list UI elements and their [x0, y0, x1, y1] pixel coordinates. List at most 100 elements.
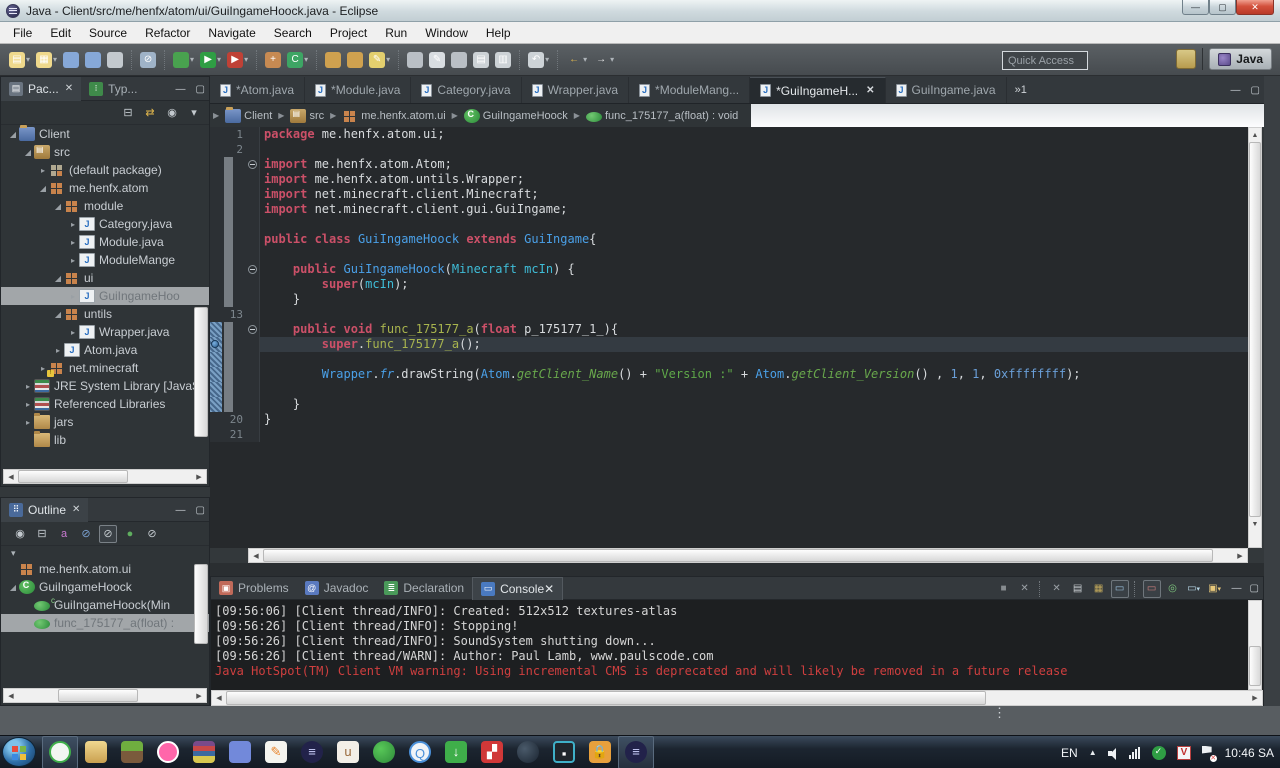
editor-tab-guiingamejava[interactable]: GuiIngame.java	[886, 77, 1007, 103]
dropdown-arrow-icon[interactable]: ▾	[545, 55, 549, 64]
expand-arrow-icon[interactable]: ◢	[52, 202, 64, 211]
taskbar-security-lock-button[interactable]: 🔒	[582, 736, 618, 768]
toolbar-new-java-ee-button[interactable]: +	[263, 48, 283, 72]
close-icon[interactable]: ✕	[65, 83, 73, 94]
expand-arrow-icon[interactable]: ◢	[7, 130, 19, 139]
tab-outline[interactable]: ⠿ Outline✕	[1, 498, 88, 522]
editor-tab-modulejava[interactable]: *Module.java	[305, 77, 411, 103]
package-explorer-hscroll[interactable]: ◀ ▶	[3, 469, 207, 484]
taskbar-minecraft-button[interactable]	[114, 736, 150, 768]
view-toolbar-hide-local-types-button[interactable]: ⊘	[143, 525, 161, 543]
outline-vscroll[interactable]	[194, 564, 208, 682]
maximize-editor-icon[interactable]: ▢	[1251, 85, 1260, 96]
console-scroll-lock-button[interactable]: ▦	[1090, 580, 1108, 598]
tab-package-explorer[interactable]: ▤ Pac...✕	[1, 77, 81, 101]
expand-arrow-icon[interactable]: ◢	[52, 274, 64, 283]
toolbar-new-java-project-button[interactable]: ▦▾	[34, 48, 59, 72]
toolbar-last-edit-location-button[interactable]: ↶▾	[526, 48, 551, 72]
toolbar-coverage-button[interactable]: C▾	[285, 48, 310, 72]
console-vscroll[interactable]	[1248, 600, 1262, 690]
package-explorer-item[interactable]: ▸Module.java	[1, 233, 209, 251]
close-icon[interactable]: ✕	[544, 582, 554, 596]
view-toolbar-focus-button[interactable]: ◉	[163, 104, 181, 122]
close-icon[interactable]: ✕	[72, 504, 80, 515]
package-explorer-item[interactable]: ▸Atom.java	[1, 341, 209, 359]
package-explorer-item[interactable]: ▸Referenced Libraries	[1, 395, 209, 413]
editor-tab-atomjava[interactable]: *Atom.java	[210, 77, 305, 103]
console-display-selected-console-button[interactable]: ▭▾	[1185, 580, 1203, 598]
package-explorer-item[interactable]: ▸net.minecraft	[1, 359, 209, 377]
breadcrumb-func175177afloatvoid[interactable]: func_175177_a(float) : void	[583, 110, 741, 122]
view-toolbar-hide-non-public-button[interactable]: ●	[121, 525, 139, 543]
console-clear-console-button[interactable]: ▤	[1069, 580, 1087, 598]
maximize-view-icon[interactable]: ▢	[196, 84, 205, 95]
expand-arrow-icon[interactable]: ▸	[52, 346, 64, 355]
menu-file[interactable]: File	[4, 23, 41, 43]
expand-arrow-icon[interactable]: ◢	[52, 310, 64, 319]
breadcrumb-client[interactable]: Client	[222, 109, 275, 123]
package-explorer-item[interactable]: ▸(default package)	[1, 161, 209, 179]
console-remove-launch-button[interactable]: ✕	[1016, 580, 1034, 598]
dropdown-arrow-icon[interactable]: ▾	[386, 55, 390, 64]
expand-arrow-icon[interactable]: ▸	[67, 328, 79, 337]
toolbar-skip-all-breakpoints-button[interactable]: ⊘	[138, 48, 158, 72]
dropdown-arrow-icon[interactable]: ▾	[610, 55, 614, 64]
taskbar-notepad-button[interactable]: ✎	[258, 736, 294, 768]
outline-item[interactable]: func_175177_a(float) :	[1, 614, 209, 632]
outline-view-menu[interactable]: ▾	[1, 546, 209, 560]
taskbar-winrar-button[interactable]	[186, 736, 222, 768]
dropdown-arrow-icon[interactable]: ▾	[1218, 585, 1222, 593]
view-toolbar-collapse-all-button[interactable]: ⊟	[119, 104, 137, 122]
editor-console-sash[interactable]	[210, 563, 1264, 576]
toolbar-debug-button[interactable]: ▾	[171, 48, 196, 72]
window-close-button[interactable]: ✕	[1236, 0, 1274, 15]
console-tab-javadoc[interactable]: @Javadoc	[297, 577, 377, 600]
taskbar-eclipse-window-button[interactable]: ≡	[618, 736, 654, 768]
outline-tree[interactable]: me.henfx.atom.ui◢GuiIngameHoockGuiIngame…	[1, 560, 209, 678]
sash-drag-handle[interactable]: ⋮	[993, 709, 1006, 716]
console-terminate-button[interactable]: ■	[995, 580, 1013, 598]
toolbar-open-resource-button[interactable]	[345, 48, 365, 72]
titlebar[interactable]: Java - Client/src/me/henfx/atom/ui/GuiIn…	[0, 0, 1280, 22]
taskbar-eclipse-button[interactable]: ≡	[294, 736, 330, 768]
minimize-console-icon[interactable]: —	[1232, 583, 1242, 594]
toolbar-print-button[interactable]	[105, 48, 125, 72]
toolbar-show-view-2-button[interactable]: ▥	[493, 48, 513, 72]
outline-hscroll[interactable]: ◀ ▶	[3, 688, 207, 703]
view-toolbar-link-with-editor-button[interactable]: ⇄	[141, 104, 159, 122]
action-center-flag-icon[interactable]	[1202, 746, 1214, 760]
dropdown-arrow-icon[interactable]: ▾	[26, 55, 30, 64]
package-explorer-item[interactable]: ▸Category.java	[1, 215, 209, 233]
console-pin-console-button[interactable]: ◎	[1164, 580, 1182, 598]
expand-arrow-icon[interactable]: ▸	[67, 256, 79, 265]
console-tab-declaration[interactable]: ≣Declaration	[376, 577, 472, 600]
package-explorer-item[interactable]: ▸ModuleMange	[1, 251, 209, 269]
expand-arrow-icon[interactable]: ▸	[22, 400, 34, 409]
expand-arrow-icon[interactable]: ▸	[67, 238, 79, 247]
outline-item[interactable]: me.henfx.atom.ui	[1, 560, 209, 578]
expand-arrow-icon[interactable]: ◢	[7, 583, 19, 592]
console-output[interactable]: [09:56:06] [Client thread/INFO]: Created…	[211, 600, 1263, 679]
view-toolbar-hide-fields-button[interactable]: ⊘	[77, 525, 95, 543]
window-maximize-button[interactable]: ▢	[1209, 0, 1236, 15]
editor-tab-modulemang[interactable]: *ModuleMang...	[629, 77, 750, 103]
console-tab-console[interactable]: ▭Console✕	[472, 577, 563, 600]
editor-tab-categoryjava[interactable]: Category.java	[411, 77, 521, 103]
taskbar-dark-orb-button[interactable]	[510, 736, 546, 768]
menu-window[interactable]: Window	[416, 23, 477, 43]
view-toolbar-collapse-all-button[interactable]: ⊟	[33, 525, 51, 543]
expand-arrow-icon[interactable]: ▸	[37, 166, 49, 175]
toolbar-save-button[interactable]	[61, 48, 81, 72]
toolbar-forward-button[interactable]: →▾	[591, 48, 616, 72]
volume-icon[interactable]	[1108, 748, 1118, 758]
window-minimize-button[interactable]: —	[1182, 0, 1209, 15]
package-explorer-item[interactable]: ▸GuiIngameHoo	[1, 287, 209, 305]
toolbar-run-external-tools-button[interactable]: ▶▾	[225, 48, 250, 72]
menu-project[interactable]: Project	[321, 23, 376, 43]
taskbar-red-app-button[interactable]: ▞	[474, 736, 510, 768]
package-explorer-item[interactable]: ◢me.henfx.atom	[1, 179, 209, 197]
start-button[interactable]	[2, 737, 36, 767]
code-editor[interactable]: 1package me.henfx.atom.ui;2import me.hen…	[210, 127, 1248, 548]
maximize-console-icon[interactable]: ▢	[1250, 583, 1259, 594]
dropdown-arrow-icon[interactable]: ▾	[190, 55, 194, 64]
